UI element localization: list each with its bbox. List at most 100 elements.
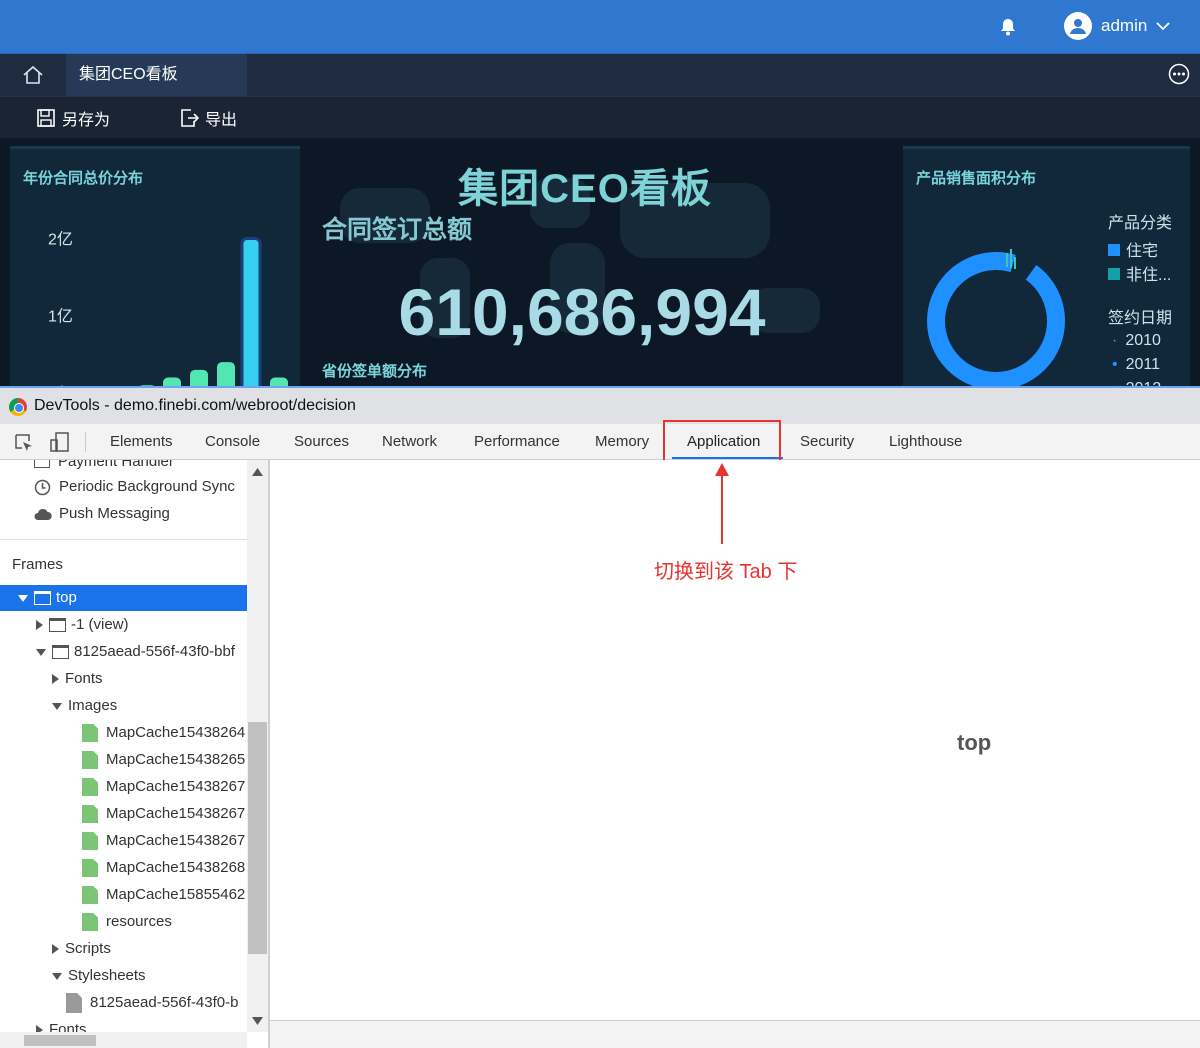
image-item[interactable]: MapCache15438268 bbox=[0, 855, 247, 881]
avatar bbox=[1064, 12, 1092, 40]
legend-date-title: 签约日期 bbox=[1108, 310, 1173, 327]
contract-year-panel: 年份合同总价分布 2亿1亿0亿 bbox=[10, 146, 300, 386]
highlight-box bbox=[663, 420, 781, 463]
save-as-button[interactable]: 另存为 bbox=[36, 97, 110, 139]
export-label: 导出 bbox=[205, 112, 238, 129]
collapse-arrow-icon bbox=[18, 594, 28, 602]
cloud-icon bbox=[34, 509, 52, 521]
tab-bar: 集团CEO看板 bbox=[0, 54, 1200, 96]
expand-arrow-icon bbox=[52, 944, 59, 955]
frame-icon bbox=[34, 591, 51, 606]
image-item[interactable]: MapCache15855462 bbox=[0, 882, 247, 908]
tab-sources[interactable]: Sources bbox=[294, 424, 349, 460]
section-divider bbox=[0, 539, 247, 540]
image-item[interactable]: MapCache15438267 bbox=[0, 801, 247, 827]
legend-product-title: 产品分类 bbox=[1108, 215, 1173, 232]
dashboard-canvas: 年份合同总价分布 2亿1亿0亿 集团CEO看板 合同签订总额 610,686,9… bbox=[0, 138, 1200, 386]
clock-icon bbox=[34, 479, 51, 495]
sidebar-horizontal-thumb[interactable] bbox=[24, 1035, 96, 1046]
image-item[interactable]: MapCache15438267 bbox=[0, 774, 247, 800]
tab-performance[interactable]: Performance bbox=[474, 424, 560, 460]
bar[interactable] bbox=[163, 377, 181, 386]
tab-memory[interactable]: Memory bbox=[595, 424, 649, 460]
tab-elements[interactable]: Elements bbox=[110, 424, 173, 460]
image-item[interactable]: MapCache15438264 bbox=[0, 720, 247, 746]
sidebar-item-periodic-sync[interactable]: Periodic Background Sync bbox=[0, 474, 247, 500]
home-button[interactable] bbox=[0, 54, 66, 96]
bar[interactable] bbox=[240, 236, 262, 386]
image-file-icon bbox=[82, 724, 98, 743]
dashboard-toolbar: 另存为 导出 bbox=[0, 96, 1200, 138]
user-menu[interactable]: admin bbox=[1064, 12, 1170, 40]
bar[interactable] bbox=[217, 362, 235, 386]
page-title: 集团CEO看板 bbox=[458, 167, 712, 211]
export-icon bbox=[181, 109, 199, 127]
legend-item-residential[interactable]: 住宅 bbox=[1108, 237, 1158, 261]
device-toolbar-icon[interactable] bbox=[49, 431, 71, 453]
devtools-titlebar: DevTools - demo.finebi.com/webroot/decis… bbox=[0, 386, 1200, 424]
sidebar-scroll-thumb[interactable] bbox=[248, 722, 267, 954]
annotation-text: 切换到该 Tab 下 bbox=[654, 561, 798, 583]
frame-8125aead[interactable]: 8125aead-556f-43f0-bbf bbox=[0, 639, 247, 665]
user-icon bbox=[1070, 19, 1086, 34]
legend-item-non-residential[interactable]: 非住... bbox=[1108, 261, 1171, 285]
app-header: admin bbox=[0, 0, 1200, 54]
image-file-icon bbox=[82, 886, 98, 905]
product-area-panel: 产品销售面积分布 产品分类 住宅 非住... 签约日期 · 2010 • 2011 … bbox=[903, 146, 1190, 386]
sidebar-item-payment-handler[interactable]: Payment Handler bbox=[0, 460, 247, 475]
devtools-bottom-bar bbox=[270, 1020, 1200, 1048]
legend-date-2011[interactable]: • 2011 bbox=[1108, 356, 1160, 374]
tree-scripts[interactable]: Scripts bbox=[0, 936, 247, 962]
bar[interactable] bbox=[270, 377, 288, 386]
image-item[interactable]: MapCache15438267 bbox=[0, 828, 247, 854]
contract-total-label: 合同签订总额 bbox=[322, 216, 473, 244]
image-file-icon bbox=[82, 913, 98, 932]
contract-total-value: 610,686,994 bbox=[398, 275, 766, 349]
tab-console[interactable]: Console bbox=[205, 424, 260, 460]
image-item[interactable]: MapCache15438265 bbox=[0, 747, 247, 773]
bar[interactable] bbox=[190, 369, 208, 386]
y-tick-label: 2亿 bbox=[48, 230, 73, 248]
inspect-element-icon[interactable] bbox=[14, 433, 34, 453]
annotation-arrow-icon bbox=[715, 463, 729, 544]
home-icon bbox=[23, 65, 43, 84]
image-file-icon bbox=[82, 859, 98, 878]
frame-icon bbox=[49, 618, 66, 633]
frames-section-title: Frames bbox=[12, 556, 63, 573]
bell-icon[interactable] bbox=[998, 17, 1018, 37]
stylesheet-file[interactable]: 8125aead-556f-43f0-b bbox=[0, 990, 247, 1016]
expand-arrow-icon bbox=[36, 620, 43, 631]
payment-icon bbox=[34, 460, 50, 469]
save-icon bbox=[37, 109, 55, 127]
frame-view[interactable]: -1 (view) bbox=[0, 612, 247, 638]
frame-detail-title: top bbox=[957, 730, 992, 755]
tree-images[interactable]: Images bbox=[0, 693, 247, 719]
tab-lighthouse[interactable]: Lighthouse bbox=[889, 424, 962, 460]
y-tick-label: 1亿 bbox=[48, 308, 73, 326]
devtools-window-title: DevTools - demo.finebi.com/webroot/decis… bbox=[34, 397, 356, 414]
collapse-arrow-icon bbox=[52, 702, 62, 710]
frame-top[interactable]: top bbox=[0, 585, 247, 611]
user-name: admin bbox=[1101, 16, 1148, 35]
contract-year-bar-chart: 2亿1亿0亿 bbox=[48, 230, 288, 386]
tree-fonts[interactable]: Fonts bbox=[0, 666, 247, 692]
scroll-up-icon[interactable] bbox=[252, 468, 263, 476]
chevron-down-icon bbox=[1156, 22, 1170, 31]
chrome-icon bbox=[9, 398, 27, 416]
scroll-down-icon[interactable] bbox=[252, 1017, 263, 1025]
product-area-ring-chart bbox=[927, 249, 1065, 386]
more-icon[interactable] bbox=[1168, 63, 1190, 85]
devtools-tab-bar: Elements Console Sources Network Perform… bbox=[0, 424, 1200, 460]
tab-network[interactable]: Network bbox=[382, 424, 437, 460]
right-panel-title: 产品销售面积分布 bbox=[916, 170, 1037, 187]
tree-stylesheets[interactable]: Stylesheets bbox=[0, 963, 247, 989]
export-button[interactable]: 导出 bbox=[179, 97, 237, 139]
tab-ceo-dashboard[interactable]: 集团CEO看板 bbox=[66, 54, 247, 96]
frame-icon bbox=[52, 645, 69, 660]
application-sidebar: Payment Handler Periodic Background Sync… bbox=[0, 460, 247, 1048]
image-item[interactable]: resources bbox=[0, 909, 247, 935]
legend-date-2010[interactable]: · 2010 bbox=[1108, 332, 1161, 350]
tab-security[interactable]: Security bbox=[800, 424, 854, 460]
sidebar-item-push-messaging[interactable]: Push Messaging bbox=[0, 501, 247, 527]
image-file-icon bbox=[82, 778, 98, 797]
